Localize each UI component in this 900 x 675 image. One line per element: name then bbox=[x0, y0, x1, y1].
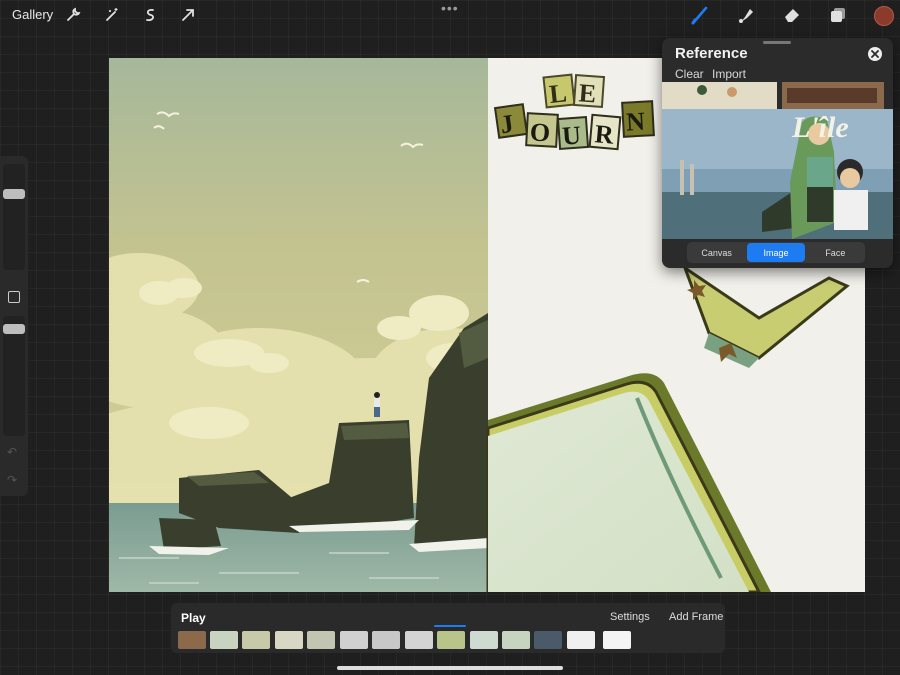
modify-button[interactable] bbox=[8, 291, 20, 303]
frame-thumbnail[interactable] bbox=[178, 631, 206, 649]
sidebar: ↶ ↷ bbox=[0, 156, 28, 496]
frame-thumbnail[interactable] bbox=[307, 631, 335, 649]
settings-button[interactable]: Settings bbox=[610, 611, 650, 623]
import-button[interactable]: Import bbox=[712, 67, 746, 81]
tab-canvas[interactable]: Canvas bbox=[688, 243, 745, 262]
top-toolbar: Gallery ••• bbox=[0, 0, 900, 30]
wrench-icon[interactable] bbox=[63, 5, 83, 25]
frame-thumbnail[interactable] bbox=[470, 631, 498, 649]
brush-size-thumb[interactable] bbox=[3, 189, 25, 199]
tab-face[interactable]: Face bbox=[807, 243, 864, 262]
clear-button[interactable]: Clear bbox=[675, 67, 704, 81]
reference-mode-segmented-control: Canvas Image Face bbox=[687, 242, 865, 263]
brush-size-slider[interactable] bbox=[3, 164, 25, 270]
frame-timeline bbox=[178, 631, 718, 651]
frame-thumbnail[interactable] bbox=[210, 631, 238, 649]
frame-thumbnail[interactable] bbox=[372, 631, 400, 649]
gallery-button[interactable]: Gallery bbox=[12, 7, 53, 22]
smudge-icon[interactable] bbox=[736, 5, 756, 25]
tab-image[interactable]: Image bbox=[747, 243, 805, 262]
frame-thumbnail[interactable] bbox=[275, 631, 303, 649]
title-letter: N bbox=[625, 107, 645, 137]
undo-icon[interactable]: ↶ bbox=[7, 445, 17, 459]
opacity-slider[interactable] bbox=[3, 316, 25, 436]
reference-image-title: L'île bbox=[791, 111, 849, 144]
close-icon[interactable] bbox=[868, 47, 882, 61]
opacity-thumb[interactable] bbox=[3, 324, 25, 334]
play-button[interactable]: Play bbox=[181, 611, 206, 625]
animation-assist-bar: Play Settings Add Frame bbox=[171, 603, 725, 653]
title-letter: L bbox=[548, 78, 568, 109]
selection-icon[interactable] bbox=[140, 5, 160, 25]
frame-thumbnail[interactable] bbox=[603, 631, 631, 649]
title-letter: U bbox=[561, 120, 582, 150]
frame-thumbnail[interactable] bbox=[340, 631, 368, 649]
add-frame-button[interactable]: Add Frame bbox=[669, 611, 723, 623]
more-dots-icon[interactable]: ••• bbox=[441, 0, 459, 16]
transform-arrow-icon[interactable] bbox=[178, 5, 198, 25]
reference-panel[interactable]: Reference Clear Import L'île Canvas Imag… bbox=[662, 38, 893, 268]
frame-thumbnail[interactable] bbox=[567, 631, 595, 649]
eraser-icon[interactable] bbox=[782, 5, 802, 25]
selected-frame-indicator bbox=[434, 625, 466, 627]
title-letter: O bbox=[529, 117, 551, 147]
title-letter: E bbox=[578, 78, 597, 108]
frame-thumbnail[interactable] bbox=[534, 631, 562, 649]
frame-thumbnail[interactable] bbox=[405, 631, 433, 649]
panel-grabber[interactable] bbox=[763, 41, 791, 44]
layers-icon[interactable] bbox=[828, 5, 848, 25]
frame-thumbnail[interactable] bbox=[437, 631, 465, 649]
brush-icon[interactable] bbox=[690, 5, 710, 25]
color-picker-button[interactable] bbox=[874, 6, 894, 26]
frame-thumbnail[interactable] bbox=[502, 631, 530, 649]
reference-title: Reference bbox=[675, 45, 748, 62]
frame-thumbnail[interactable] bbox=[242, 631, 270, 649]
title-letter: R bbox=[594, 119, 615, 150]
redo-icon[interactable]: ↷ bbox=[7, 473, 17, 487]
reference-image: L'île bbox=[662, 82, 893, 239]
home-indicator[interactable] bbox=[337, 666, 563, 670]
magic-wand-icon[interactable] bbox=[102, 5, 122, 25]
